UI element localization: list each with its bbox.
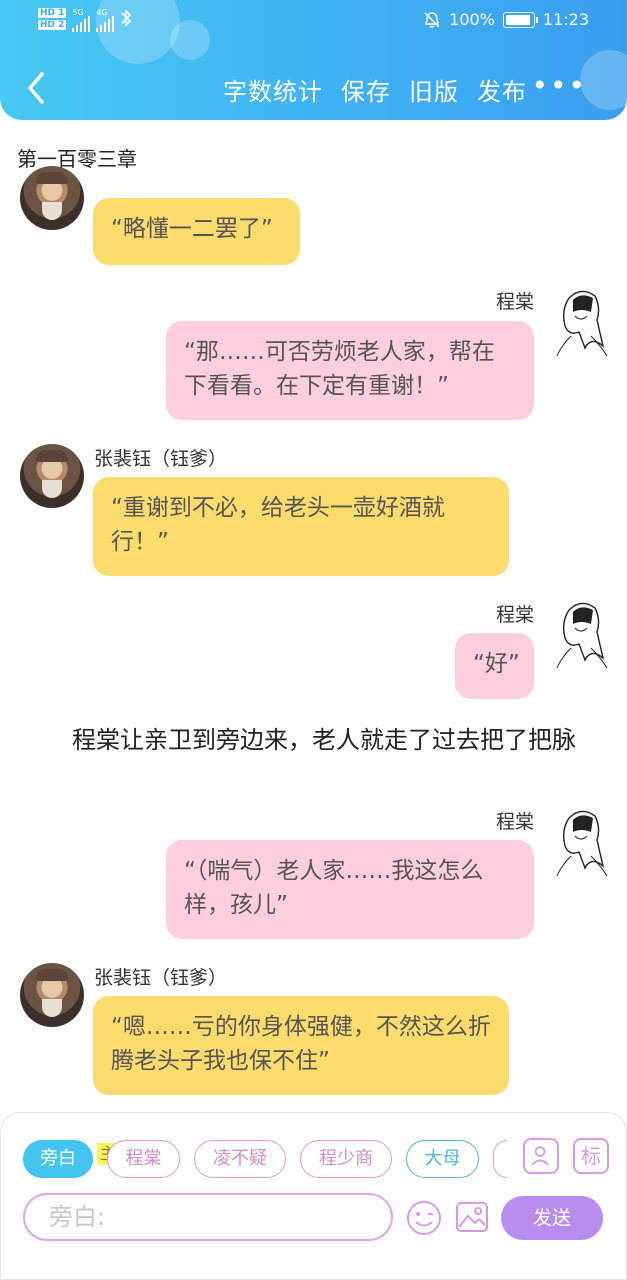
character-manage-icon[interactable] [523,1138,559,1174]
speaker-name: 张裴钰（钰爹） [94,448,228,470]
sim2-label: HD 2 [38,20,67,30]
avatar-chengtang[interactable] [551,598,611,670]
top-header: HD 1 HD 2 5G 4G 100% 11:23 字数统计 保存 旧版 发布… [0,0,627,120]
avatar-zhang[interactable] [20,166,84,230]
more-menu-icon[interactable]: ••• [531,72,587,100]
publish-button[interactable]: 发布 [477,72,527,107]
sim1-label: HD 1 [38,8,67,18]
avatar-chengtang[interactable] [551,286,611,358]
sim-indicators: HD 1 HD 2 [38,8,67,32]
message-bubble[interactable]: “好” [455,633,534,699]
emoji-icon[interactable] [405,1199,443,1237]
mute-bell-icon [424,11,440,28]
back-arrow-icon[interactable] [22,70,52,106]
role-chip-damu[interactable]: 大母 [406,1140,479,1178]
battery-fill [505,14,530,25]
message-bubble[interactable]: “那……可否劳烦老人家，帮在下看看。在下定有重谢！” [166,321,534,420]
header-menu: 字数统计 保存 旧版 发布 [223,72,527,107]
save-button[interactable]: 保存 [341,72,391,107]
send-button[interactable]: 发送 [501,1196,603,1240]
bluetooth-icon [121,9,132,27]
role-chip-chengshaoshang[interactable]: 程少商 [300,1140,392,1178]
composer-panel: 旁白 主 程棠 凌不疑 程少商 大母 标 旁白: 发送 [0,1112,627,1280]
role-chip-overflow[interactable] [493,1140,507,1178]
message-bubble[interactable]: “略懂一二罢了” [93,198,300,265]
speaker-name: 程棠 [495,291,534,313]
nav-bar: 字数统计 保存 旧版 发布 ••• [0,70,627,110]
message-bubble[interactable]: “（喘气）老人家……我这怎么样，孩儿” [166,840,534,939]
speaker-name: 程棠 [495,811,534,833]
battery-percent: 100% [449,10,495,29]
chapter-title: 第一百零三章 [17,147,137,171]
net2-label: 4G [96,8,108,17]
status-bar: HD 1 HD 2 5G 4G 100% 11:23 [0,6,627,34]
role-chip-lingbuyi[interactable]: 凌不疑 [194,1140,286,1178]
narration-text[interactable]: 程棠让亲卫到旁边来，老人就走了过去把了把脉 [24,717,604,763]
mark-tool-button[interactable]: 标 [573,1138,609,1174]
message-bubble[interactable]: “重谢到不必，给老头一壶好酒就行！” [93,477,509,576]
role-chip-chengtang[interactable]: 程棠 [107,1140,180,1178]
net1-label: 5G [72,8,84,17]
dialogue-input[interactable]: 旁白: [23,1193,393,1241]
clock: 11:23 [542,10,589,29]
speaker-name: 程棠 [495,604,534,626]
avatar-chengtang[interactable] [551,806,611,878]
signal-4g-icon: 4G [96,8,115,32]
battery-icon [502,11,538,28]
avatar-zhang[interactable] [20,963,84,1027]
word-count-button[interactable]: 字数统计 [223,72,323,107]
speaker-name: 张裴钰（钰爹） [94,967,228,989]
role-chip-narrator[interactable]: 旁白 [23,1140,93,1178]
image-icon[interactable] [454,1199,490,1235]
avatar-zhang[interactable] [20,444,84,508]
signal-5g-icon: 5G [72,8,91,32]
old-version-button[interactable]: 旧版 [409,72,459,107]
message-bubble[interactable]: “嗯……亏的你身体强健，不然这么折腾老头子我也保不住” [93,996,509,1095]
